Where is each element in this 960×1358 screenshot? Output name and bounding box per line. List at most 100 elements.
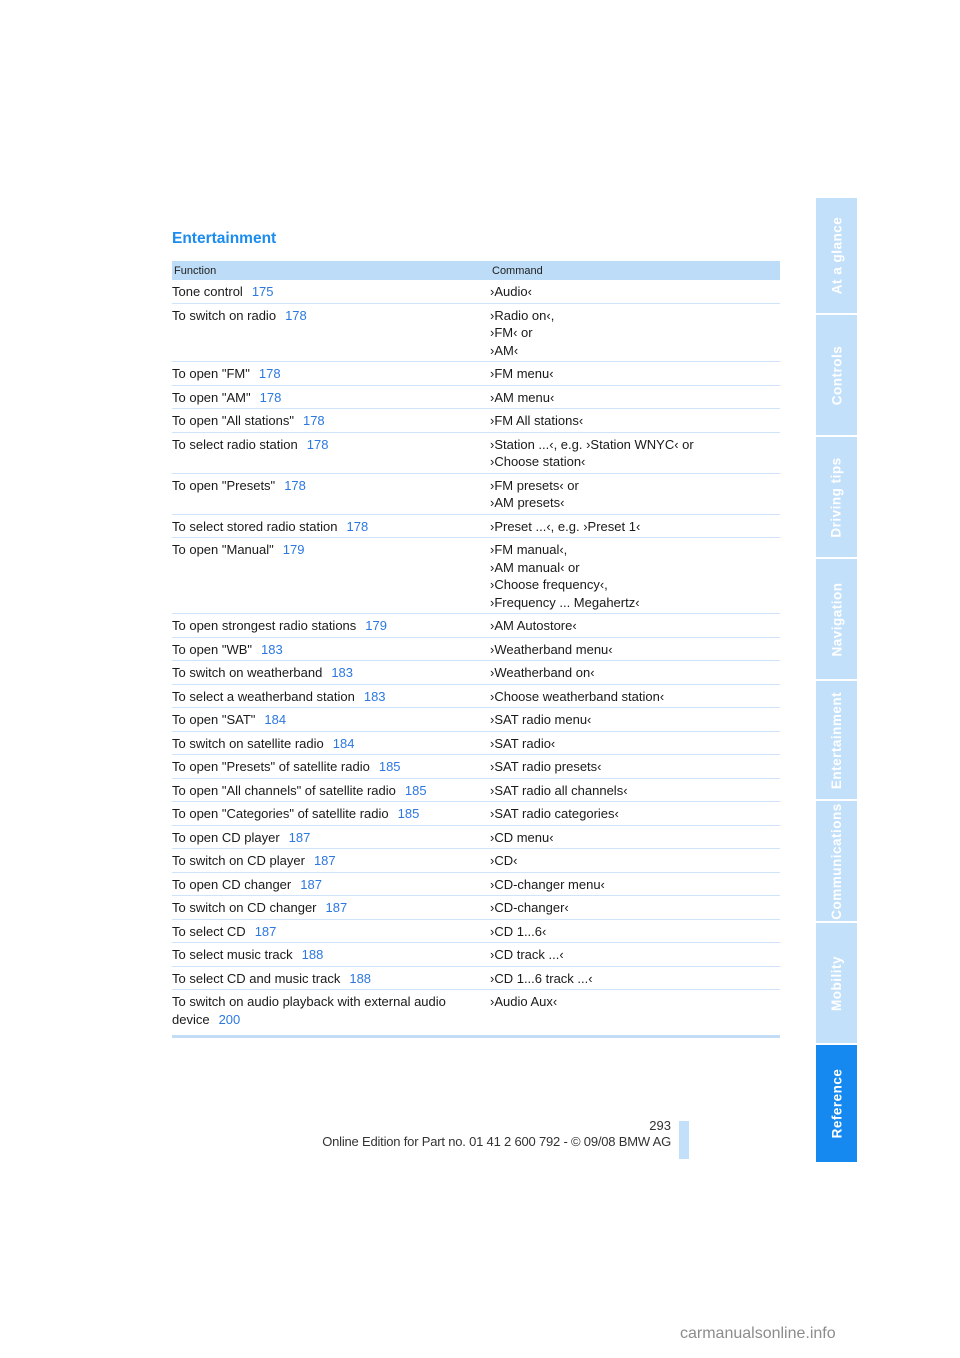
- header-function: Function: [174, 264, 217, 277]
- page-number: 293: [649, 1118, 671, 1133]
- function-text: To switch on CD player: [172, 853, 305, 868]
- page-reference-link[interactable]: 183: [331, 665, 353, 680]
- command-cell: ›AM menu‹: [490, 389, 780, 407]
- function-cell: To select CD 187: [172, 923, 490, 941]
- command-cell: ›Audio‹: [490, 283, 780, 301]
- page-reference-link[interactable]: 188: [302, 947, 324, 962]
- command-text: ›AM Autostore‹: [490, 618, 577, 633]
- watermark: carmanualsonline.info: [680, 1325, 836, 1342]
- page-reference-link[interactable]: 185: [398, 806, 420, 821]
- table-row: To open "FM" 178 ›FM menu‹: [172, 362, 780, 386]
- sidebar-tab-label: Entertainment: [829, 691, 845, 789]
- function-cell: To switch on audio playback with externa…: [172, 993, 490, 1028]
- command-text: ›Preset ...‹, e.g. ›Preset 1‹: [490, 518, 641, 534]
- sidebar-tab-driving-tips[interactable]: Driving tips: [816, 437, 857, 557]
- command-cell: ›CD-changer‹: [490, 899, 780, 917]
- command-text: ›AM presets‹: [490, 495, 565, 510]
- table-row: To open "All stations" 178 ›FM All station…: [172, 409, 780, 433]
- command-text: ›AM‹: [490, 342, 519, 358]
- page-reference-link[interactable]: 184: [333, 736, 355, 751]
- page-reference-link[interactable]: 187: [326, 900, 348, 915]
- sidebar-tab-reference[interactable]: Reference: [816, 1045, 857, 1162]
- footer-accent-bar: [679, 1121, 689, 1159]
- page-reference-link[interactable]: 187: [289, 830, 311, 845]
- function-cell: To switch on satellite radio 184: [172, 735, 490, 753]
- page-reference-link[interactable]: 183: [261, 642, 283, 657]
- function-text: To open "Manual": [172, 542, 274, 557]
- command-text: ›Weatherband on‹: [490, 665, 595, 680]
- function-text: To select CD and music track: [172, 970, 341, 986]
- page-reference-link[interactable]: 188: [349, 971, 371, 986]
- command-text: ›SAT radio menu‹: [490, 712, 592, 727]
- page-reference-link[interactable]: 178: [260, 390, 282, 405]
- command-text: ›SAT radio all channels‹: [490, 782, 628, 798]
- page-reference-link[interactable]: 178: [346, 519, 368, 534]
- command-text: ›CD menu‹: [490, 829, 554, 845]
- command-cell: ›FM manual‹, ›AM manual‹ or ›Choose freque…: [490, 541, 780, 611]
- function-text: To open "WB": [172, 641, 253, 657]
- sidebar-tab-label: Controls: [829, 345, 844, 405]
- table-row: To select CD and music track 188 ›CD 1...6…: [172, 967, 780, 990]
- sidebar-tab-communications[interactable]: Communications: [816, 801, 857, 921]
- function-text: To select a weatherband station: [172, 688, 355, 704]
- table-row: To switch on radio 178 ›Radio on‹, ›FM‹ or ›…: [172, 304, 780, 362]
- sidebar-tab-label: Reference: [829, 1068, 845, 1139]
- command-text: ›SAT radio categories‹: [490, 806, 619, 821]
- page-reference-link[interactable]: 187: [314, 853, 336, 868]
- command-cell: ›Preset ...‹, e.g. ›Preset 1‹: [490, 518, 780, 536]
- function-cell: To open "Presets" of satellite radio 185: [172, 758, 490, 776]
- section-title: Entertainment: [172, 230, 277, 247]
- page-reference-link[interactable]: 185: [379, 759, 401, 774]
- page-reference-link[interactable]: 185: [405, 783, 427, 798]
- command-text: ›FM‹ or: [490, 325, 533, 340]
- sidebar-tab-at-a-glance[interactable]: At a glance: [816, 198, 857, 313]
- command-text: ›Audio Aux‹: [490, 994, 558, 1009]
- function-cell: To switch on weatherband 183: [172, 664, 490, 682]
- command-cell: ›FM menu‹: [490, 365, 780, 383]
- function-text: Tone control: [172, 284, 243, 299]
- sidebar-tab-entertainment[interactable]: Entertainment: [816, 681, 857, 799]
- command-text: ›CD-changer‹: [490, 900, 569, 915]
- header-command: Command: [492, 264, 543, 277]
- function-text: To open "AM": [172, 389, 251, 405]
- command-text: ›Station ...‹, e.g. ›Station WNYC‹ or: [490, 436, 694, 452]
- table-row: To open "SAT" 184 ›SAT radio menu‹: [172, 708, 780, 732]
- page-reference-link[interactable]: 175: [252, 284, 274, 299]
- command-cell: ›FM All stations‹: [490, 412, 780, 430]
- function-text: To open "FM": [172, 366, 250, 381]
- function-cell: To open CD changer 187: [172, 876, 490, 894]
- page-reference-link[interactable]: 200: [219, 1012, 241, 1027]
- table-row: To open "Categories" of satellite radio 1…: [172, 802, 780, 826]
- page-reference-link[interactable]: 178: [307, 437, 329, 452]
- function-text: To open "SAT": [172, 712, 256, 727]
- page-reference-link[interactable]: 184: [264, 712, 286, 727]
- command-text: ›FM menu‹: [490, 366, 554, 381]
- table-row: To select stored radio station 178 ›Preset…: [172, 515, 780, 538]
- edition-footer: Online Edition for Part no. 01 41 2 600 …: [322, 1134, 671, 1149]
- page-reference-link[interactable]: 179: [283, 542, 305, 557]
- page-reference-link[interactable]: 178: [285, 308, 307, 323]
- command-cell: ›Station ...‹, e.g. ›Station WNYC‹ or ›Ch…: [490, 436, 780, 471]
- sidebar-tab-navigation[interactable]: Navigation: [816, 559, 857, 679]
- function-text: To select CD: [172, 923, 246, 939]
- table-row: To select a weatherband station 183 ›Choos…: [172, 685, 780, 708]
- function-text: To switch on satellite radio: [172, 735, 324, 751]
- page-reference-link[interactable]: 178: [284, 478, 306, 493]
- page-reference-link[interactable]: 178: [303, 413, 325, 428]
- page-reference-link[interactable]: 187: [300, 877, 322, 892]
- table-row: To open "All channels" of satellite radi…: [172, 779, 780, 802]
- page-reference-link[interactable]: 183: [364, 689, 386, 704]
- page-reference-link[interactable]: 187: [255, 924, 277, 939]
- table-row: To open "Presets" of satellite radio 185 ›…: [172, 755, 780, 779]
- page-reference-link[interactable]: 179: [365, 618, 387, 633]
- sidebar-tab-mobility[interactable]: Mobility: [816, 923, 857, 1043]
- sidebar-tab-controls[interactable]: Controls: [816, 315, 857, 435]
- function-cell: To open "WB" 183: [172, 641, 490, 659]
- command-cell: ›Radio on‹, ›FM‹ or ›AM‹: [490, 307, 780, 360]
- table-row: To open "WB" 183 ›Weatherband menu‹: [172, 638, 780, 661]
- table-row: To switch on weatherband 183 ›Weatherband …: [172, 661, 780, 685]
- table-row: To select CD 187 ›CD 1...6‹: [172, 920, 780, 943]
- function-text: To switch on audio playback with externa…: [172, 994, 446, 1027]
- page-reference-link[interactable]: 178: [259, 366, 281, 381]
- table-row: To select radio station 178 ›Station ...‹,…: [172, 433, 780, 474]
